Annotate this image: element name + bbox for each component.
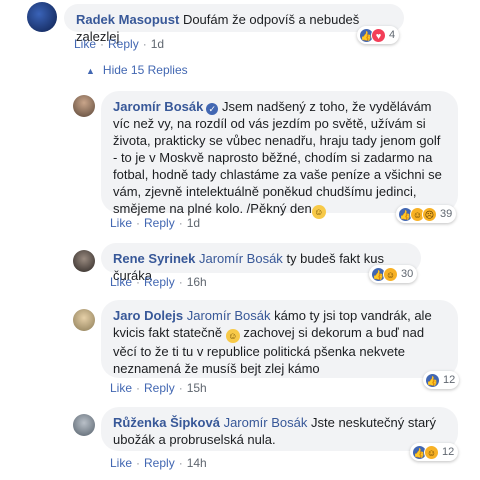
avatar[interactable] (73, 95, 95, 117)
comment-bubble: Jaromír Bosák ✓ Jsem nadšený z toho, že v… (101, 91, 458, 219)
reaction-summary[interactable]: 👍 12 (423, 371, 460, 389)
comment-actions: Like · Reply · 15h (110, 381, 207, 395)
comment-author[interactable]: Radek Masopust (76, 12, 179, 27)
reaction-count: 12 (443, 374, 456, 386)
like-button[interactable]: Like (110, 275, 132, 289)
sad-icon: ☹ (422, 206, 437, 222)
like-button[interactable]: Like (110, 456, 132, 470)
reaction-summary[interactable]: 👍 ☺ 12 (410, 443, 459, 461)
verified-badge-icon: ✓ (206, 103, 219, 115)
collapse-arrow-icon: ▲ (86, 66, 95, 76)
like-button[interactable]: Like (110, 216, 132, 230)
haha-icon: ☺ (424, 444, 439, 460)
mention-link[interactable]: Jaromír Bosák (187, 308, 271, 323)
like-button[interactable]: Like (74, 37, 96, 51)
reply-button[interactable]: Reply (144, 381, 175, 395)
comment-author[interactable]: Jaro Dolejs (113, 308, 183, 323)
reaction-summary[interactable]: 👍 ☺ ☹ 39 (396, 205, 457, 223)
comment-bubble: Jaro Dolejs Jaromír Bosák kámo ty jsi to… (101, 300, 458, 378)
comment-author[interactable]: Růženka Šipková (113, 415, 220, 430)
mention-link[interactable]: Jaromír Bosák (224, 415, 308, 430)
grin-emoji-icon: ☺ (225, 329, 240, 343)
reaction-count: 12 (442, 446, 455, 458)
timestamp[interactable]: 1d (151, 37, 164, 51)
like-button[interactable]: Like (110, 381, 132, 395)
love-icon: ♥ (371, 27, 386, 43)
reply-button[interactable]: Reply (144, 216, 175, 230)
haha-icon: ☺ (383, 266, 398, 282)
comment-bubble: Růženka Šipková Jaromír Bosák Jste nesku… (101, 407, 458, 451)
reaction-summary[interactable]: 👍 ♥ 4 (357, 26, 400, 44)
reaction-count: 30 (401, 268, 414, 280)
reaction-summary[interactable]: 👍 ☺ 30 (369, 265, 418, 283)
avatar[interactable] (73, 414, 95, 436)
comment-author[interactable]: Jaromír Bosák (113, 99, 203, 114)
comment-actions: Like · Reply · 14h (110, 456, 207, 470)
timestamp[interactable]: 1d (187, 216, 200, 230)
smile-emoji-icon: ☺ (311, 205, 326, 219)
reaction-count: 39 (440, 208, 453, 220)
reaction-count: 4 (389, 29, 396, 41)
timestamp[interactable]: 15h (187, 381, 207, 395)
comment-bubble: Radek Masopust Doufám že odpovíš a nebud… (64, 4, 404, 44)
mention-link[interactable]: Jaromír Bosák (199, 251, 283, 266)
timestamp[interactable]: 16h (187, 275, 207, 289)
avatar[interactable] (73, 309, 95, 331)
reply-button[interactable]: Reply (144, 456, 175, 470)
comment-actions: Like · Reply · 16h (110, 275, 207, 289)
comment-actions: Like · Reply · 1d (74, 37, 165, 51)
comment-actions: Like · Reply · 1d (110, 216, 201, 230)
reply-button[interactable]: Reply (144, 275, 175, 289)
reply-button[interactable]: Reply (108, 37, 139, 51)
comment-author[interactable]: Rene Syrinek (113, 251, 195, 266)
timestamp[interactable]: 14h (187, 456, 207, 470)
like-icon: 👍 (425, 372, 440, 388)
avatar[interactable] (27, 2, 57, 32)
comment-text: Jsem nadšený z toho, že vydělávám víc ne… (113, 99, 442, 216)
avatar[interactable] (73, 250, 95, 272)
hide-replies-button[interactable]: ▲ Hide 15 Replies (86, 63, 188, 77)
